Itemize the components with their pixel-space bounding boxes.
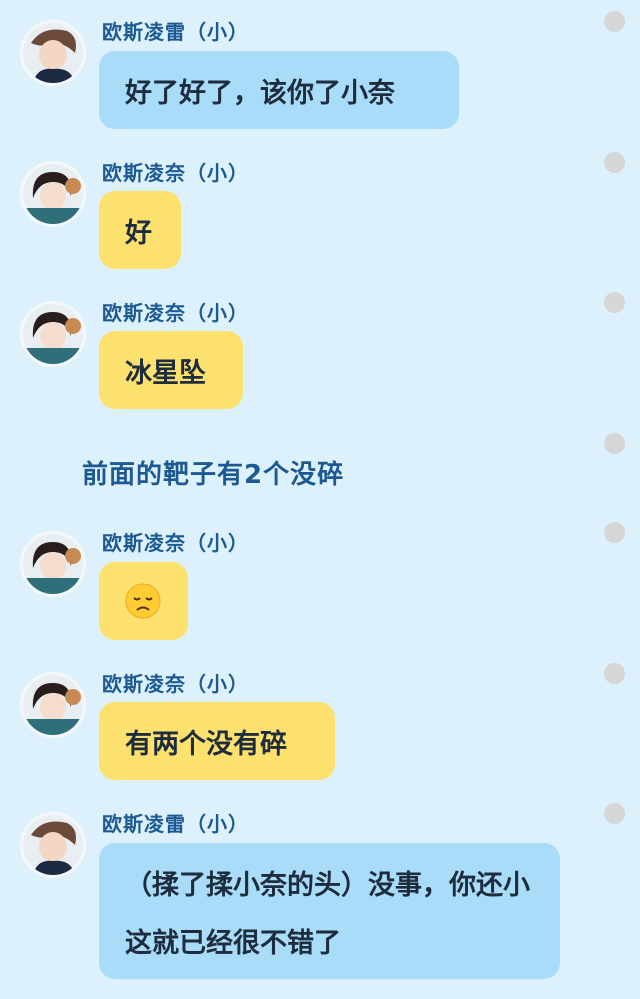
sender-avatar[interactable] <box>20 20 86 86</box>
sender-avatar[interactable] <box>20 161 86 227</box>
sender-name: 欧斯凌雷（小） <box>102 20 249 44</box>
message-menu-dot[interactable] <box>604 803 625 824</box>
sender-name: 欧斯凌奈（小） <box>102 672 249 696</box>
message-bubble[interactable]: （揉了揉小奈的头）没事，你还小这就已经很不错了 <box>99 843 560 979</box>
boy-avatar-icon <box>23 815 83 875</box>
sender-avatar[interactable] <box>20 672 86 738</box>
message-bubble[interactable]: 冰星坠 <box>99 331 243 409</box>
disappointed-face-icon <box>125 583 161 619</box>
sender-avatar[interactable] <box>20 812 86 878</box>
sender-name: 欧斯凌雷（小） <box>102 812 249 836</box>
message-menu-dot[interactable] <box>604 433 625 454</box>
narration-text: 前面的靶子有2个没碎 <box>82 460 345 490</box>
girl-avatar-icon <box>23 164 83 224</box>
sender-name: 欧斯凌奈（小） <box>102 531 249 555</box>
sender-avatar[interactable] <box>20 531 86 597</box>
girl-avatar-icon <box>23 304 83 364</box>
boy-avatar-icon <box>23 23 83 83</box>
sender-avatar[interactable] <box>20 301 86 367</box>
message-bubble[interactable]: 好了好了，该你了小奈 <box>99 51 459 129</box>
message-bubble[interactable]: 有两个没有碎 <box>99 702 335 780</box>
message-menu-dot[interactable] <box>604 152 625 173</box>
message-menu-dot[interactable] <box>604 292 625 313</box>
sender-name: 欧斯凌奈（小） <box>102 301 249 325</box>
message-bubble[interactable]: 好 <box>99 191 181 269</box>
girl-avatar-icon <box>23 534 83 594</box>
message-bubble[interactable] <box>99 562 188 640</box>
message-menu-dot[interactable] <box>604 11 625 32</box>
girl-avatar-icon <box>23 675 83 735</box>
message-menu-dot[interactable] <box>604 663 625 684</box>
sender-name: 欧斯凌奈（小） <box>102 161 249 185</box>
message-menu-dot[interactable] <box>604 522 625 543</box>
